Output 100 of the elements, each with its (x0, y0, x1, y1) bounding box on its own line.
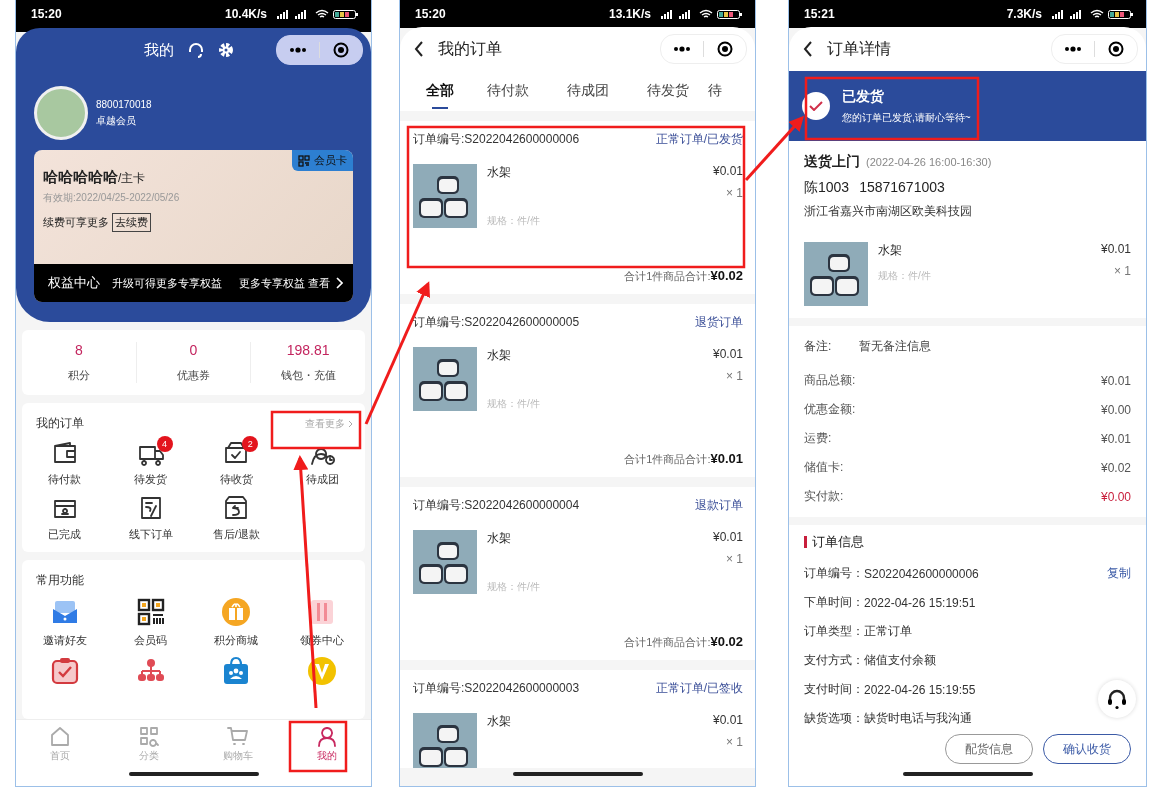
product-quantity: × 1 (726, 186, 743, 200)
status-time: 15:21 (804, 7, 835, 21)
product-photo (413, 347, 477, 411)
order-status: 正常订单/已发货 (655, 131, 743, 148)
box-check-icon (223, 440, 250, 466)
gift-icon (221, 597, 252, 627)
stat-label[interactable]: 优惠券 (177, 368, 210, 383)
order-tab[interactable]: 待发货 (628, 71, 708, 111)
network-speed: 7.3K/s (1006, 7, 1042, 21)
wifi-icon (699, 9, 713, 19)
order-tab[interactable]: 全部 (412, 71, 468, 111)
amount-value: ¥0.01 (1100, 373, 1131, 388)
order-status: 退货订单 (695, 314, 743, 331)
card-holder: 哈哈哈哈哈/主卡 (43, 168, 147, 187)
count-badge: 4 (156, 436, 173, 452)
headset-icon (1106, 688, 1128, 710)
order-status: 正常订单/已签收 (655, 680, 743, 697)
delivery-address: 浙江省嘉兴市南湖区欧美科技园 (804, 203, 973, 220)
account-number: 8800170018 (96, 98, 152, 110)
feature-link[interactable]: 积分商城 (214, 633, 259, 648)
feature-link[interactable]: 会员码 (134, 633, 168, 648)
order-card[interactable]: 订单编号:S2022042600000003 正常订单/已签收 水架 ¥0.01 × 1 (400, 670, 755, 768)
info-value: S2022042600000006 (864, 566, 979, 581)
status-time: 15:20 (415, 7, 446, 21)
order-status-link[interactable]: 已完成 (48, 527, 82, 542)
order-status-link[interactable]: 待收货 (219, 472, 253, 487)
amount-value: ¥0.00 (1100, 489, 1131, 504)
back-icon[interactable] (803, 41, 813, 57)
page-title: 我的订单 (438, 38, 502, 59)
page-title: 订单详情 (827, 38, 891, 59)
product-spec: 规格：件/件 (487, 397, 541, 411)
action-button[interactable]: 配货信息 (945, 734, 1033, 764)
order-total: 合计1件商品合计:¥0.02 (624, 268, 743, 284)
order-tab[interactable]: 待付款 (468, 71, 548, 111)
product-price: ¥0.01 (712, 164, 743, 178)
product-quantity: × 1 (726, 735, 743, 749)
feature-link[interactable]: 邀请好友 (42, 633, 87, 648)
qr-code-icon (298, 154, 310, 167)
order-status-link[interactable]: 售后/退款 (212, 527, 260, 542)
order-card[interactable]: 订单编号:S2022042600000005 退货订单 水架 规格：件/件 ¥0.01 × 1 合计1件商品合计:¥0.01 (400, 304, 755, 477)
info-label: 支付时间： (804, 681, 864, 698)
renew-button[interactable]: 去续费 (112, 213, 151, 232)
order-total: 合计1件商品合计:¥0.01 (624, 451, 743, 467)
section-title: 订单信息 (812, 533, 864, 551)
cart-icon (226, 725, 249, 747)
stat-label[interactable]: 积分 (67, 368, 90, 383)
amount-label: 实付款: (804, 488, 844, 505)
benefits-link[interactable]: 更多专享权益 查看 (238, 275, 343, 291)
order-status: 退款订单 (695, 497, 743, 514)
order-number: 订单编号:S2022042600000006 (413, 131, 580, 148)
info-value: 缺货时电话与我沟通 (864, 710, 972, 727)
amount-label: 商品总额: (804, 372, 856, 389)
product-name: 水架 (487, 164, 512, 181)
order-status-link[interactable]: 待付款 (48, 472, 82, 487)
amount-value: ¥0.00 (1100, 402, 1131, 417)
stat-value[interactable]: 8 (74, 342, 83, 358)
network-speed: 10.4K/s (224, 7, 267, 21)
order-card[interactable]: 订单编号:S2022042600000006 正常订单/已发货 水架 规格：件/件 ¥0.01 × 1 合计1件商品合计:¥0.02 (400, 121, 755, 294)
stat-value[interactable]: 198.81 (286, 342, 330, 358)
settings-icon[interactable] (218, 42, 234, 58)
highlight-frame (288, 720, 348, 773)
remark-label: 备注: (804, 337, 832, 355)
calendar-check-icon (49, 656, 80, 686)
wallet-icon (51, 440, 78, 466)
check-icon (802, 92, 830, 120)
headset-icon[interactable] (188, 42, 204, 58)
order-tab[interactable]: 待成团 (548, 71, 628, 111)
order-number: 订单编号:S2022042600000003 (413, 680, 580, 697)
action-button[interactable]: 确认收货 (1043, 734, 1131, 764)
network-speed: 13.1K/s (608, 7, 651, 21)
product-name: 水架 (878, 242, 903, 259)
order-status-link[interactable]: 待成团 (305, 472, 339, 487)
stat-value[interactable]: 0 (189, 342, 198, 358)
status-message: 您的订单已发货,请耐心等待~ (842, 110, 971, 125)
grid-icon (138, 725, 161, 747)
chevron-icon (348, 419, 353, 428)
more-icon (673, 46, 691, 52)
order-card[interactable]: 订单编号:S2022042600000004 退款订单 水架 规格：件/件 ¥0.01 × 1 合计1件商品合计:¥0.02 (400, 487, 755, 660)
member-card-button[interactable]: 会员卡 (292, 150, 353, 171)
product-spec: 规格：件/件 (487, 214, 541, 228)
order-status-link[interactable]: 线下订单 (128, 527, 173, 542)
info-label: 订单编号： (804, 565, 864, 582)
amount-value: ¥0.02 (1100, 460, 1131, 475)
battery-icon (1108, 8, 1134, 20)
order-status-link[interactable]: 待发货 (134, 472, 168, 487)
info-label: 订单类型： (804, 623, 864, 640)
back-icon[interactable] (414, 41, 424, 57)
target-icon (717, 41, 733, 57)
pointer-arrow (744, 115, 804, 181)
battery-icon (333, 8, 359, 20)
renew-text: 续费可享更多 (43, 215, 109, 230)
delivery-method: 送货上门 (804, 153, 860, 171)
stat-label[interactable]: 钱包・充值 (280, 368, 336, 383)
order-tab[interactable]: 待 (708, 71, 730, 111)
info-value: 2022-04-26 15:19:51 (864, 595, 976, 610)
recipient-name: 陈1003 (804, 179, 850, 197)
product-spec: 规格：件/件 (487, 580, 541, 594)
copy-link[interactable]: 复制 (1107, 565, 1131, 582)
tab-bar-item[interactable]: 我的 (282, 720, 371, 768)
product-quantity: × 1 (726, 552, 743, 566)
